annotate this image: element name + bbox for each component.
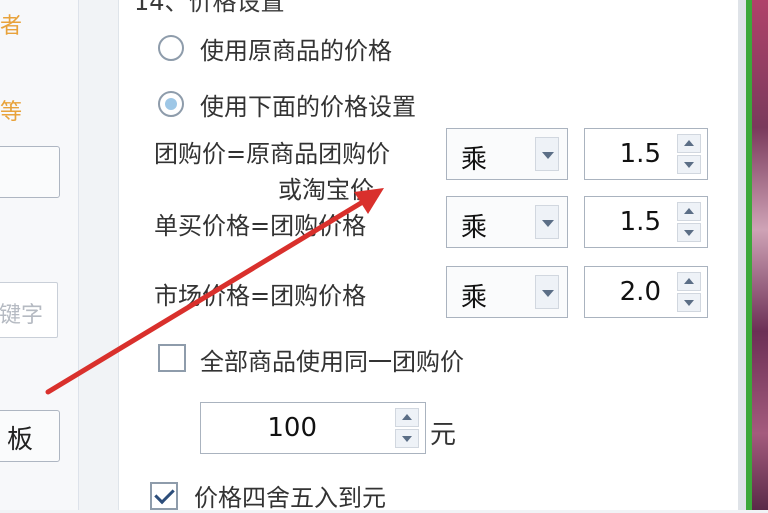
annotation-arrow-icon — [45, 188, 384, 395]
